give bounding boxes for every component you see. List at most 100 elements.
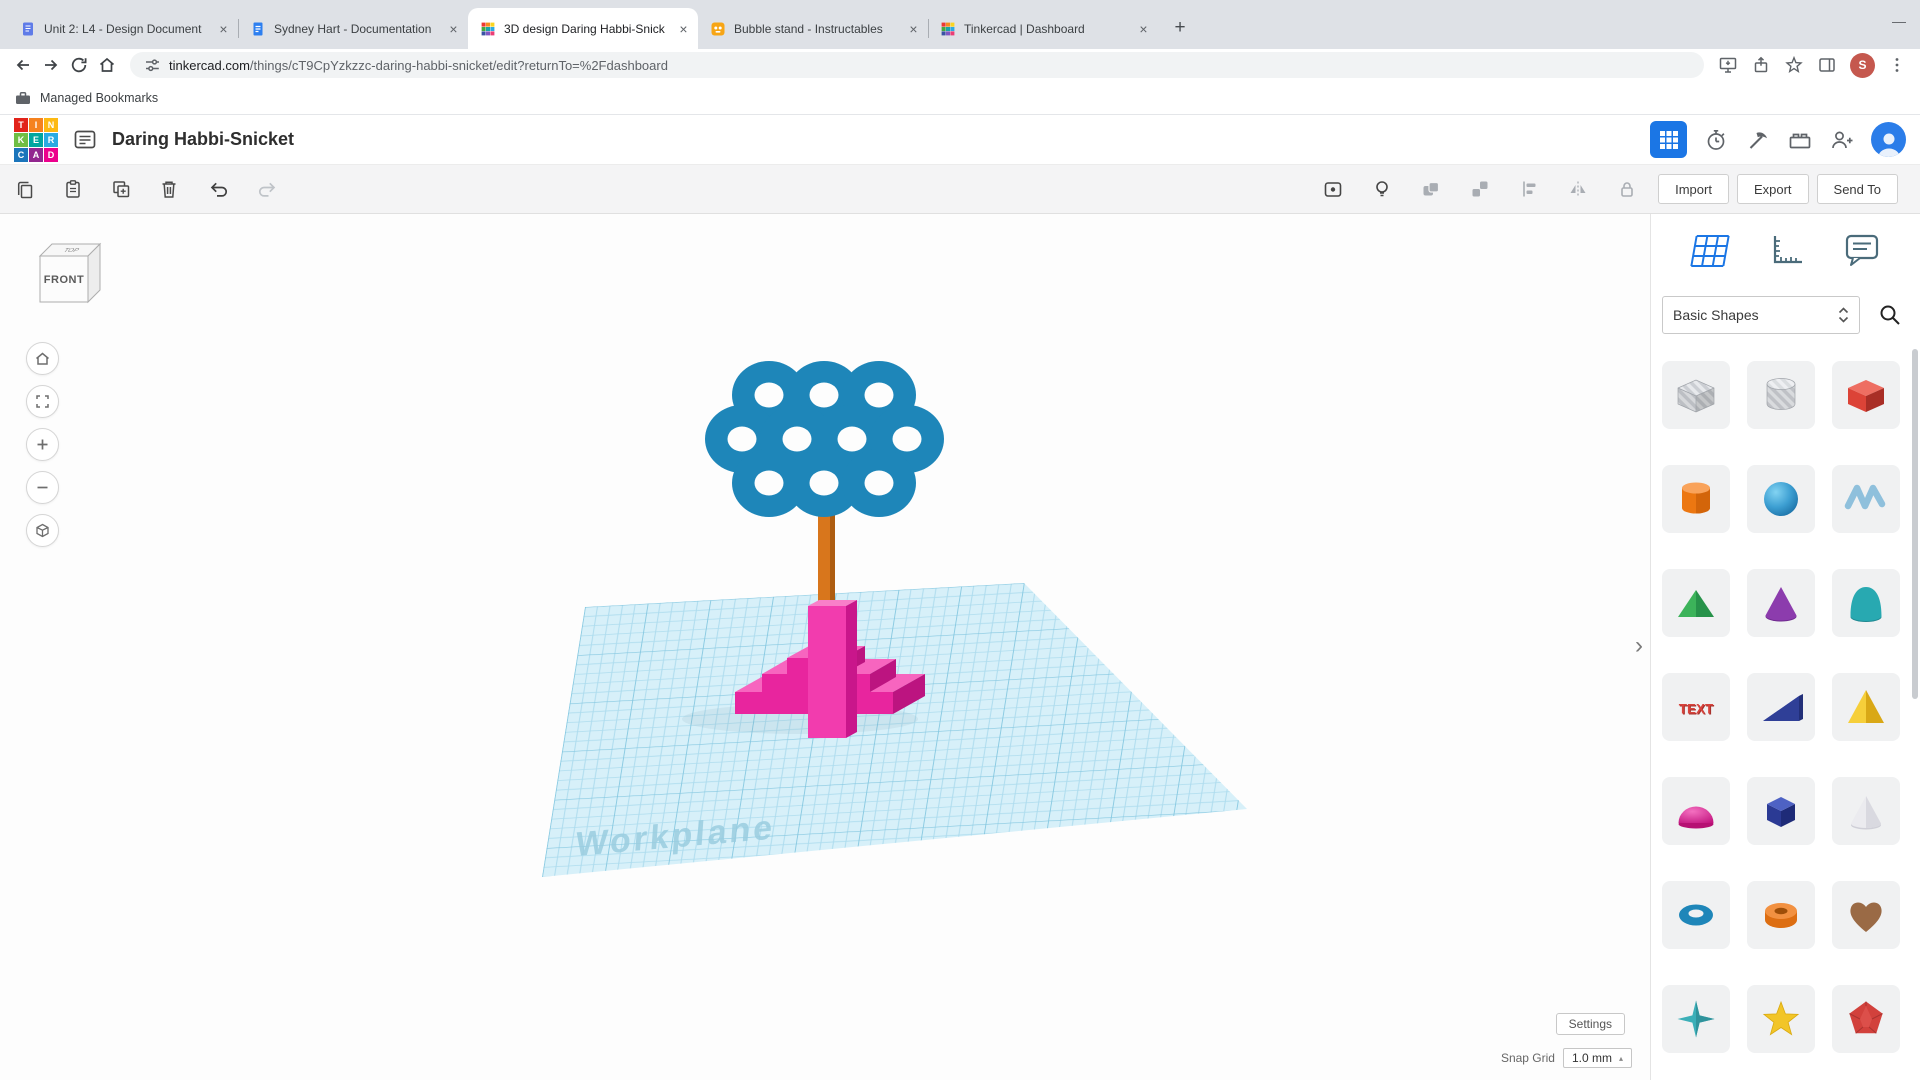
browser-menu-icon[interactable] — [1888, 56, 1906, 74]
tab-close-icon[interactable]: × — [1135, 20, 1152, 37]
tab-close-icon[interactable]: × — [905, 20, 922, 37]
shape-star-5[interactable] — [1747, 985, 1815, 1053]
fit-view-button[interactable] — [26, 385, 59, 418]
browser-tab-design-document[interactable]: Unit 2: L4 - Design Document × — [8, 8, 238, 49]
home-button[interactable] — [94, 52, 120, 78]
browser-tab-3d-design-active[interactable]: 3D design Daring Habbi-Snick × — [468, 8, 698, 49]
sphere-icon — [1764, 482, 1798, 516]
workplane-tool-button[interactable] — [1689, 232, 1731, 268]
paste-button[interactable] — [62, 178, 84, 200]
shape-paraboloid[interactable] — [1832, 569, 1900, 637]
shape-roof[interactable] — [1662, 569, 1730, 637]
zoom-in-button[interactable] — [26, 428, 59, 461]
back-button[interactable] — [10, 52, 36, 78]
window-control-icon[interactable]: — — [1892, 13, 1906, 29]
align-button[interactable] — [1518, 178, 1540, 200]
site-info-icon[interactable] — [144, 57, 160, 73]
reload-button[interactable] — [66, 52, 92, 78]
five-point-star-icon — [1762, 1000, 1800, 1036]
scribble-icon — [1844, 484, 1886, 510]
delete-button[interactable] — [158, 178, 180, 200]
panel-scrollbar[interactable] — [1912, 349, 1918, 699]
shape-heart[interactable] — [1832, 881, 1900, 949]
perspective-toggle-button[interactable] — [26, 514, 59, 547]
forward-button[interactable] — [38, 52, 64, 78]
undo-button[interactable] — [208, 178, 230, 200]
tab-close-icon[interactable]: × — [215, 20, 232, 37]
group-button[interactable] — [1420, 178, 1442, 200]
shape-cone[interactable] — [1747, 569, 1815, 637]
design-canvas[interactable]: Workplane TOP FRONT › Settings Snap Grid… — [0, 214, 1650, 1080]
fit-view-icon — [36, 395, 49, 408]
home-view-button[interactable] — [26, 342, 59, 375]
shape-cylinder-hole[interactable] — [1747, 361, 1815, 429]
browser-tab-tinkercad-dashboard[interactable]: Tinkercad | Dashboard × — [928, 8, 1158, 49]
browser-tab-bubble-stand[interactable]: Bubble stand - Instructables × — [698, 8, 928, 49]
ungroup-button[interactable] — [1469, 178, 1491, 200]
shape-tube[interactable] — [1747, 881, 1815, 949]
show-hidden-button[interactable] — [1322, 178, 1344, 200]
browser-profile-avatar[interactable]: S — [1850, 52, 1875, 78]
export-button[interactable]: Export — [1736, 174, 1809, 204]
ruler-tool-button[interactable] — [1766, 232, 1806, 268]
shape-torus[interactable] — [1662, 881, 1730, 949]
redo-button[interactable] — [256, 178, 278, 200]
settings-button[interactable]: Settings — [1555, 1013, 1625, 1035]
shape-text[interactable]: TEXT TEXT — [1662, 673, 1730, 741]
sim-lab-button[interactable] — [1703, 127, 1729, 153]
tinkercad-avatar[interactable] — [1871, 122, 1906, 157]
svg-text:TEXT: TEXT — [1679, 702, 1714, 717]
tinkercad-logo[interactable]: T I N K E R C A D — [14, 117, 58, 162]
design-properties-icon[interactable] — [72, 127, 98, 153]
shape-polygon[interactable] — [1747, 777, 1815, 845]
notes-tool-button[interactable] — [1841, 231, 1883, 269]
managed-bookmarks-label[interactable]: Managed Bookmarks — [40, 91, 158, 105]
tab-title: 3D design Daring Habbi-Snick — [504, 21, 665, 36]
shape-polyhedron[interactable] — [1832, 985, 1900, 1053]
design-title[interactable]: Daring Habbi-Snicket — [112, 129, 1650, 150]
shape-star-4[interactable] — [1662, 985, 1730, 1053]
tab-close-icon[interactable]: × — [445, 20, 462, 37]
import-button[interactable]: Import — [1658, 174, 1729, 204]
shape-pyramid[interactable] — [1832, 673, 1900, 741]
copy-button[interactable] — [14, 178, 36, 200]
shape-category-dropdown[interactable]: Basic Shapes — [1662, 296, 1860, 334]
mirror-button[interactable] — [1567, 178, 1589, 200]
tab-title: Tinkercad | Dashboard — [964, 21, 1085, 36]
box-hole-icon — [1677, 379, 1715, 413]
workplane[interactable]: Workplane — [542, 583, 1247, 877]
snap-grid-control: Snap Grid 1.0 mm ▴ — [1501, 1048, 1632, 1068]
bricks-button[interactable] — [1787, 127, 1813, 153]
shape-scribble[interactable] — [1832, 465, 1900, 533]
search-button[interactable] — [1870, 295, 1910, 335]
page-url: tinkercad.com/things/cT9CpYzkzzc-daring-… — [169, 58, 668, 73]
show-all-button[interactable] — [1371, 178, 1393, 200]
ungroup-icon — [1472, 181, 1488, 197]
browser-tab-sydney-hart[interactable]: Sydney Hart - Documentation × — [238, 8, 468, 49]
view-cube[interactable]: TOP FRONT — [28, 238, 106, 313]
editor-grid-button[interactable] — [1650, 121, 1687, 158]
stopwatch-icon — [1707, 129, 1725, 150]
shape-box[interactable] — [1832, 361, 1900, 429]
snap-grid-dropdown[interactable]: 1.0 mm ▴ — [1562, 1048, 1632, 1068]
shape-half-sphere[interactable] — [1662, 777, 1730, 845]
shape-wedge[interactable] — [1747, 673, 1815, 741]
shape-cone-white[interactable] — [1832, 777, 1900, 845]
shape-box-hole[interactable] — [1662, 361, 1730, 429]
send-to-button[interactable]: Send To — [1816, 174, 1898, 204]
side-panel-icon[interactable] — [1817, 55, 1837, 75]
collaborate-button[interactable] — [1829, 127, 1855, 153]
panel-collapse-button[interactable]: › — [1630, 630, 1648, 662]
lock-button[interactable] — [1616, 178, 1638, 200]
duplicate-button[interactable] — [110, 178, 132, 200]
blocks-button[interactable] — [1745, 127, 1771, 153]
shape-sphere[interactable] — [1747, 465, 1815, 533]
install-app-icon[interactable] — [1718, 55, 1738, 75]
address-bar[interactable]: tinkercad.com/things/cT9CpYzkzzc-daring-… — [130, 52, 1704, 78]
new-tab-button[interactable]: + — [1166, 14, 1194, 42]
shape-cylinder[interactable] — [1662, 465, 1730, 533]
zoom-out-button[interactable] — [26, 471, 59, 504]
bookmark-star-icon[interactable] — [1784, 55, 1804, 75]
share-icon[interactable] — [1751, 55, 1771, 75]
tab-close-icon[interactable]: × — [675, 20, 692, 37]
